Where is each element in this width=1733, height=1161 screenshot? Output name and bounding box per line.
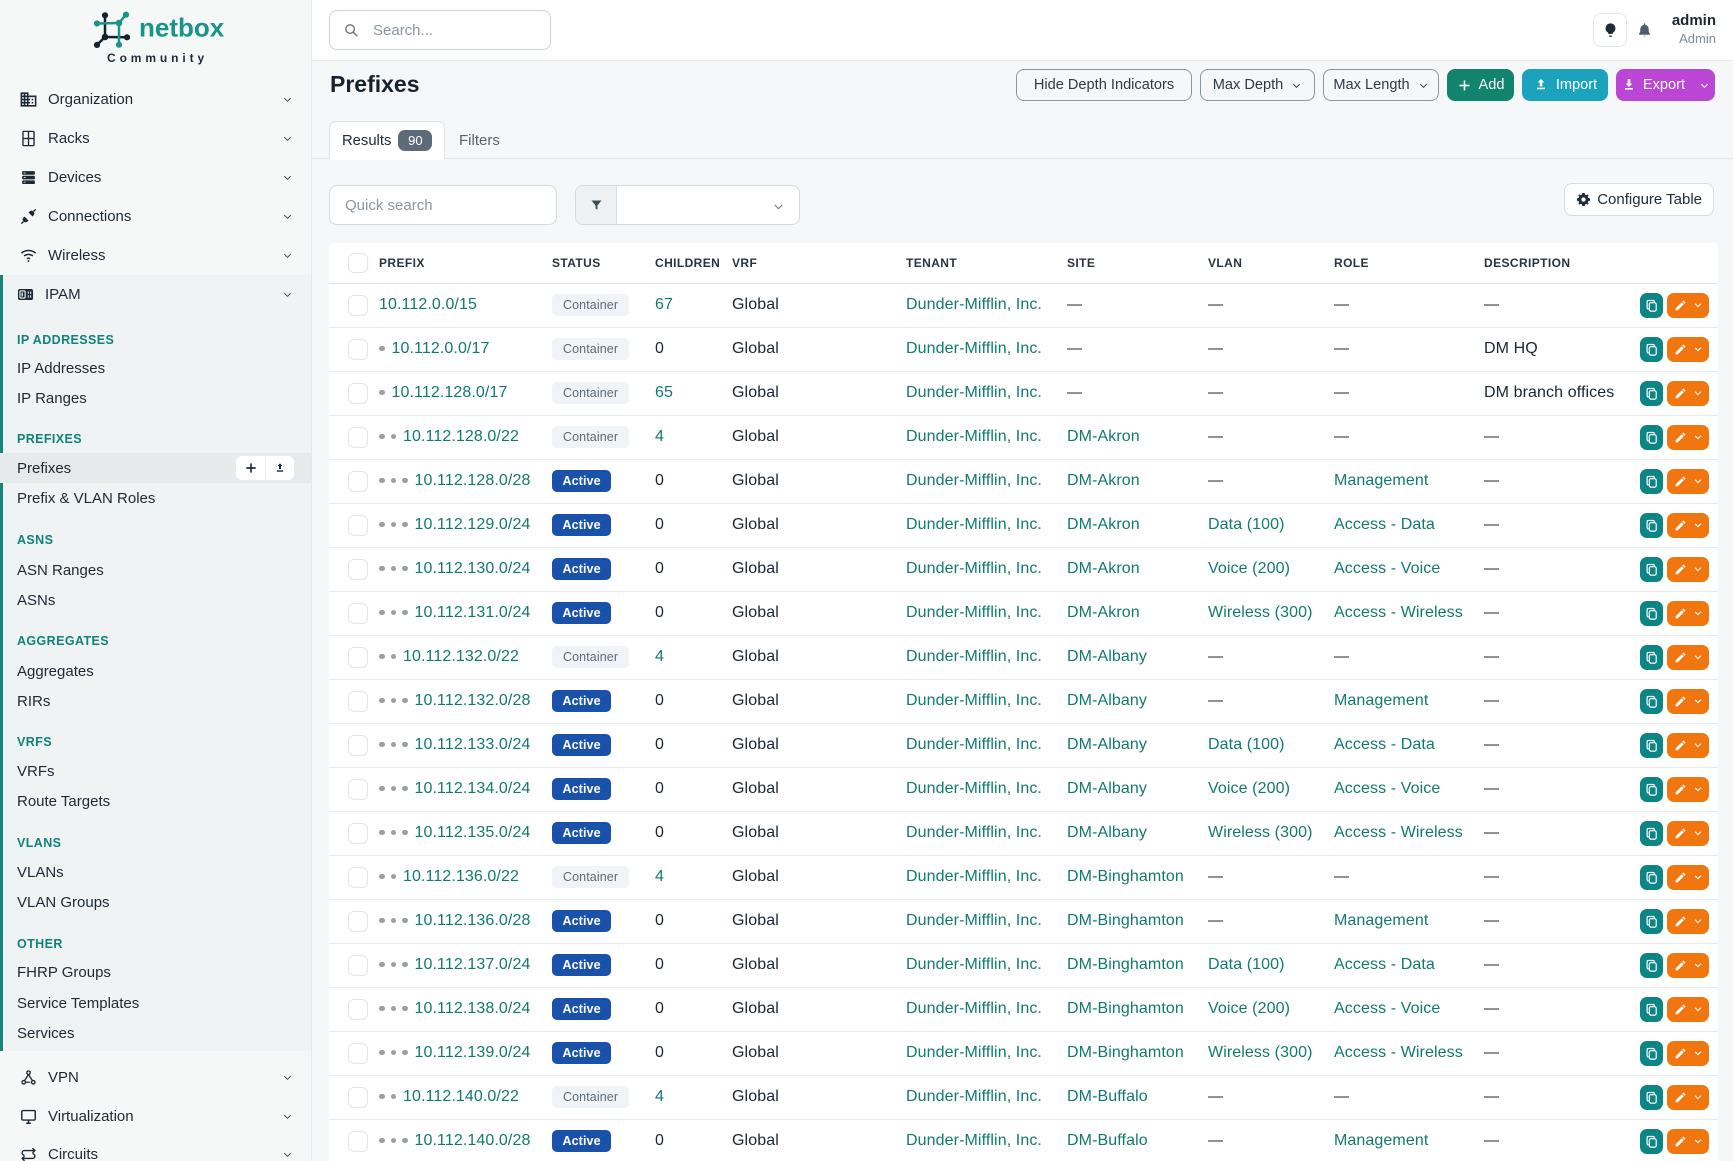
svg-text:netbox: netbox [139, 12, 225, 42]
